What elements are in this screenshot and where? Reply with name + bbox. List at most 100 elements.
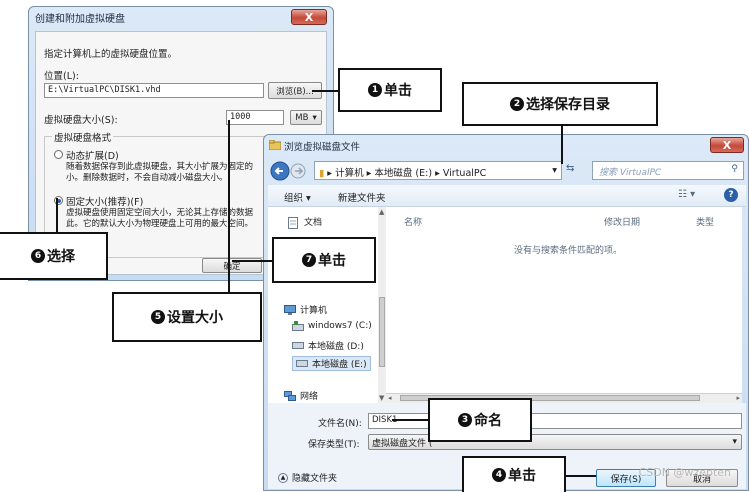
- drive-icon: [292, 341, 304, 351]
- dialog-title: 浏览虚拟磁盘文件: [284, 142, 361, 153]
- size-unit-select[interactable]: MB ▾: [290, 110, 322, 125]
- nav-drive-e[interactable]: 本地磁盘 (E:): [292, 356, 371, 371]
- scroll-left-icon[interactable]: ◂: [388, 394, 392, 402]
- fixed-desc-2: 此。它的默认大小为物理硬盘上可用的最大空间。: [66, 219, 254, 229]
- chevron-down-icon: ▾: [312, 112, 317, 123]
- nav-drive-e-label: 本地磁盘 (E:): [312, 360, 367, 370]
- scroll-thumb[interactable]: [379, 297, 385, 367]
- filename-input[interactable]: DISK1: [368, 413, 742, 429]
- location-input[interactable]: E:\VirtualPC\DISK1.vhd: [44, 83, 264, 98]
- collapse-up-icon: ▲: [278, 472, 288, 483]
- step-number: 2: [510, 97, 524, 111]
- filename-label: 文件名(N):: [318, 419, 362, 429]
- location-label: 位置(L):: [44, 71, 79, 82]
- nav-scrollbar[interactable]: ▲ ▼: [378, 207, 386, 403]
- step-number: 3: [458, 413, 472, 427]
- callout-step-6: 6 选择: [0, 232, 108, 280]
- callout-step-2: 2 选择保存目录: [462, 82, 658, 126]
- callout-text: 选择: [47, 249, 75, 265]
- computer-icon: [284, 304, 296, 315]
- folder-icon: [268, 139, 282, 153]
- callout-text: 选择保存目录: [526, 97, 610, 113]
- view-options-icon[interactable]: ☷ ▾: [678, 189, 695, 200]
- callout-line-1: [312, 90, 338, 92]
- filetype-value: 虚拟磁盘文件 (: [372, 438, 433, 449]
- help-icon[interactable]: ?: [724, 188, 738, 202]
- search-placeholder: 搜索 VirtualPC: [599, 168, 662, 178]
- callout-text: 单击: [318, 253, 346, 269]
- step-number: 7: [302, 253, 316, 267]
- hide-folders-label: 隐藏文件夹: [292, 474, 338, 484]
- new-folder-button[interactable]: 新建文件夹: [338, 190, 386, 204]
- callout-line-4: [566, 475, 596, 477]
- callout-line-3: [392, 419, 430, 421]
- nav-drive-d[interactable]: 本地磁盘 (D:): [292, 339, 364, 352]
- forward-arrow-icon: [290, 163, 306, 179]
- chevron-down-icon: ▾: [732, 437, 737, 447]
- file-list: 名称 修改日期 类型 没有与搜索条件匹配的项。: [386, 207, 742, 403]
- callout-text: 单击: [508, 468, 536, 484]
- breadcrumb-drive-e[interactable]: 本地磁盘 (E:): [374, 168, 432, 179]
- folder-icon: ▮: [319, 168, 325, 179]
- drive-icon: [296, 359, 308, 369]
- nav-drive-c[interactable]: windows7 (C:): [292, 321, 372, 331]
- scroll-up-icon[interactable]: ▲: [379, 208, 384, 216]
- nav-drive-c-label: windows7 (C:): [308, 321, 372, 331]
- callout-line-6: [56, 198, 58, 232]
- chevron-down-icon[interactable]: ▾: [552, 165, 557, 176]
- column-modified[interactable]: 修改日期: [604, 215, 640, 228]
- callout-line-2: [561, 124, 563, 164]
- search-input[interactable]: 搜索 VirtualPC ⚲: [592, 161, 744, 180]
- nav-computer-label: 计算机: [300, 306, 328, 316]
- callout-step-3: 3 命名: [428, 398, 532, 442]
- nav-computer[interactable]: 计算机: [284, 303, 327, 316]
- step-number: 5: [151, 310, 165, 324]
- step-number: 6: [31, 249, 45, 263]
- nav-documents[interactable]: 文档: [288, 215, 323, 229]
- callout-step-5: 5 设置大小: [112, 292, 262, 342]
- filetype-select[interactable]: 虚拟磁盘文件 ( ▾: [368, 434, 742, 450]
- breadcrumb[interactable]: ▮ ▸ 计算机 ▸ 本地磁盘 (E:) ▸ VirtualPC ▾: [314, 161, 562, 180]
- nav-network-label: 网络: [300, 392, 319, 402]
- nav-drive-d-label: 本地磁盘 (D:): [308, 342, 364, 352]
- scroll-down-icon[interactable]: ▼: [379, 394, 384, 402]
- forward-button[interactable]: [290, 163, 306, 182]
- format-label: 虚拟硬盘格式: [52, 130, 114, 144]
- scroll-right-icon[interactable]: ▸: [736, 394, 740, 402]
- callout-line-7: [232, 260, 272, 262]
- column-type[interactable]: 类型: [696, 215, 714, 228]
- callout-text: 设置大小: [167, 310, 223, 326]
- callout-step-1: 1 单击: [338, 68, 442, 112]
- size-label: 虚拟硬盘大小(S):: [44, 115, 118, 126]
- watermark: CSDN @wzepten: [638, 466, 731, 479]
- organize-button[interactable]: 组织 ▾: [284, 190, 311, 204]
- size-unit-value: MB: [295, 112, 309, 123]
- network-icon: [284, 390, 296, 401]
- dynamic-radio[interactable]: [54, 150, 63, 159]
- document-icon: [288, 216, 300, 229]
- back-arrow-icon: [270, 161, 290, 181]
- callout-line-5: [228, 120, 230, 292]
- hide-folders-toggle[interactable]: ▲ 隐藏文件夹: [278, 471, 337, 484]
- windows-drive-icon: [292, 321, 304, 331]
- nav-documents-label: 文档: [304, 218, 323, 228]
- callout-text: 命名: [474, 413, 502, 429]
- breadcrumb-virtualpc[interactable]: VirtualPC: [443, 168, 486, 179]
- size-input[interactable]: 1000: [226, 110, 284, 125]
- close-button[interactable]: X: [291, 9, 327, 25]
- callout-step-4: 4 单击: [462, 456, 566, 492]
- dynamic-desc-2: 小。删除数据时，不会自动减小磁盘大小。: [66, 173, 228, 183]
- callout-step-7: 7 单击: [272, 237, 376, 283]
- step-number: 1: [368, 83, 382, 97]
- callout-text: 单击: [384, 83, 412, 99]
- close-button[interactable]: X: [710, 137, 744, 153]
- refresh-icon[interactable]: ⇆: [566, 163, 574, 174]
- breadcrumb-computer[interactable]: 计算机: [335, 168, 364, 179]
- step-number: 4: [492, 468, 506, 482]
- instruction-text: 指定计算机上的虚拟硬盘位置。: [44, 49, 178, 60]
- nav-network[interactable]: 网络: [284, 389, 318, 402]
- dialog-title: 创建和附加虚拟硬盘: [35, 14, 125, 25]
- search-icon: ⚲: [731, 164, 738, 174]
- back-button[interactable]: [270, 161, 290, 184]
- column-name[interactable]: 名称: [404, 215, 422, 228]
